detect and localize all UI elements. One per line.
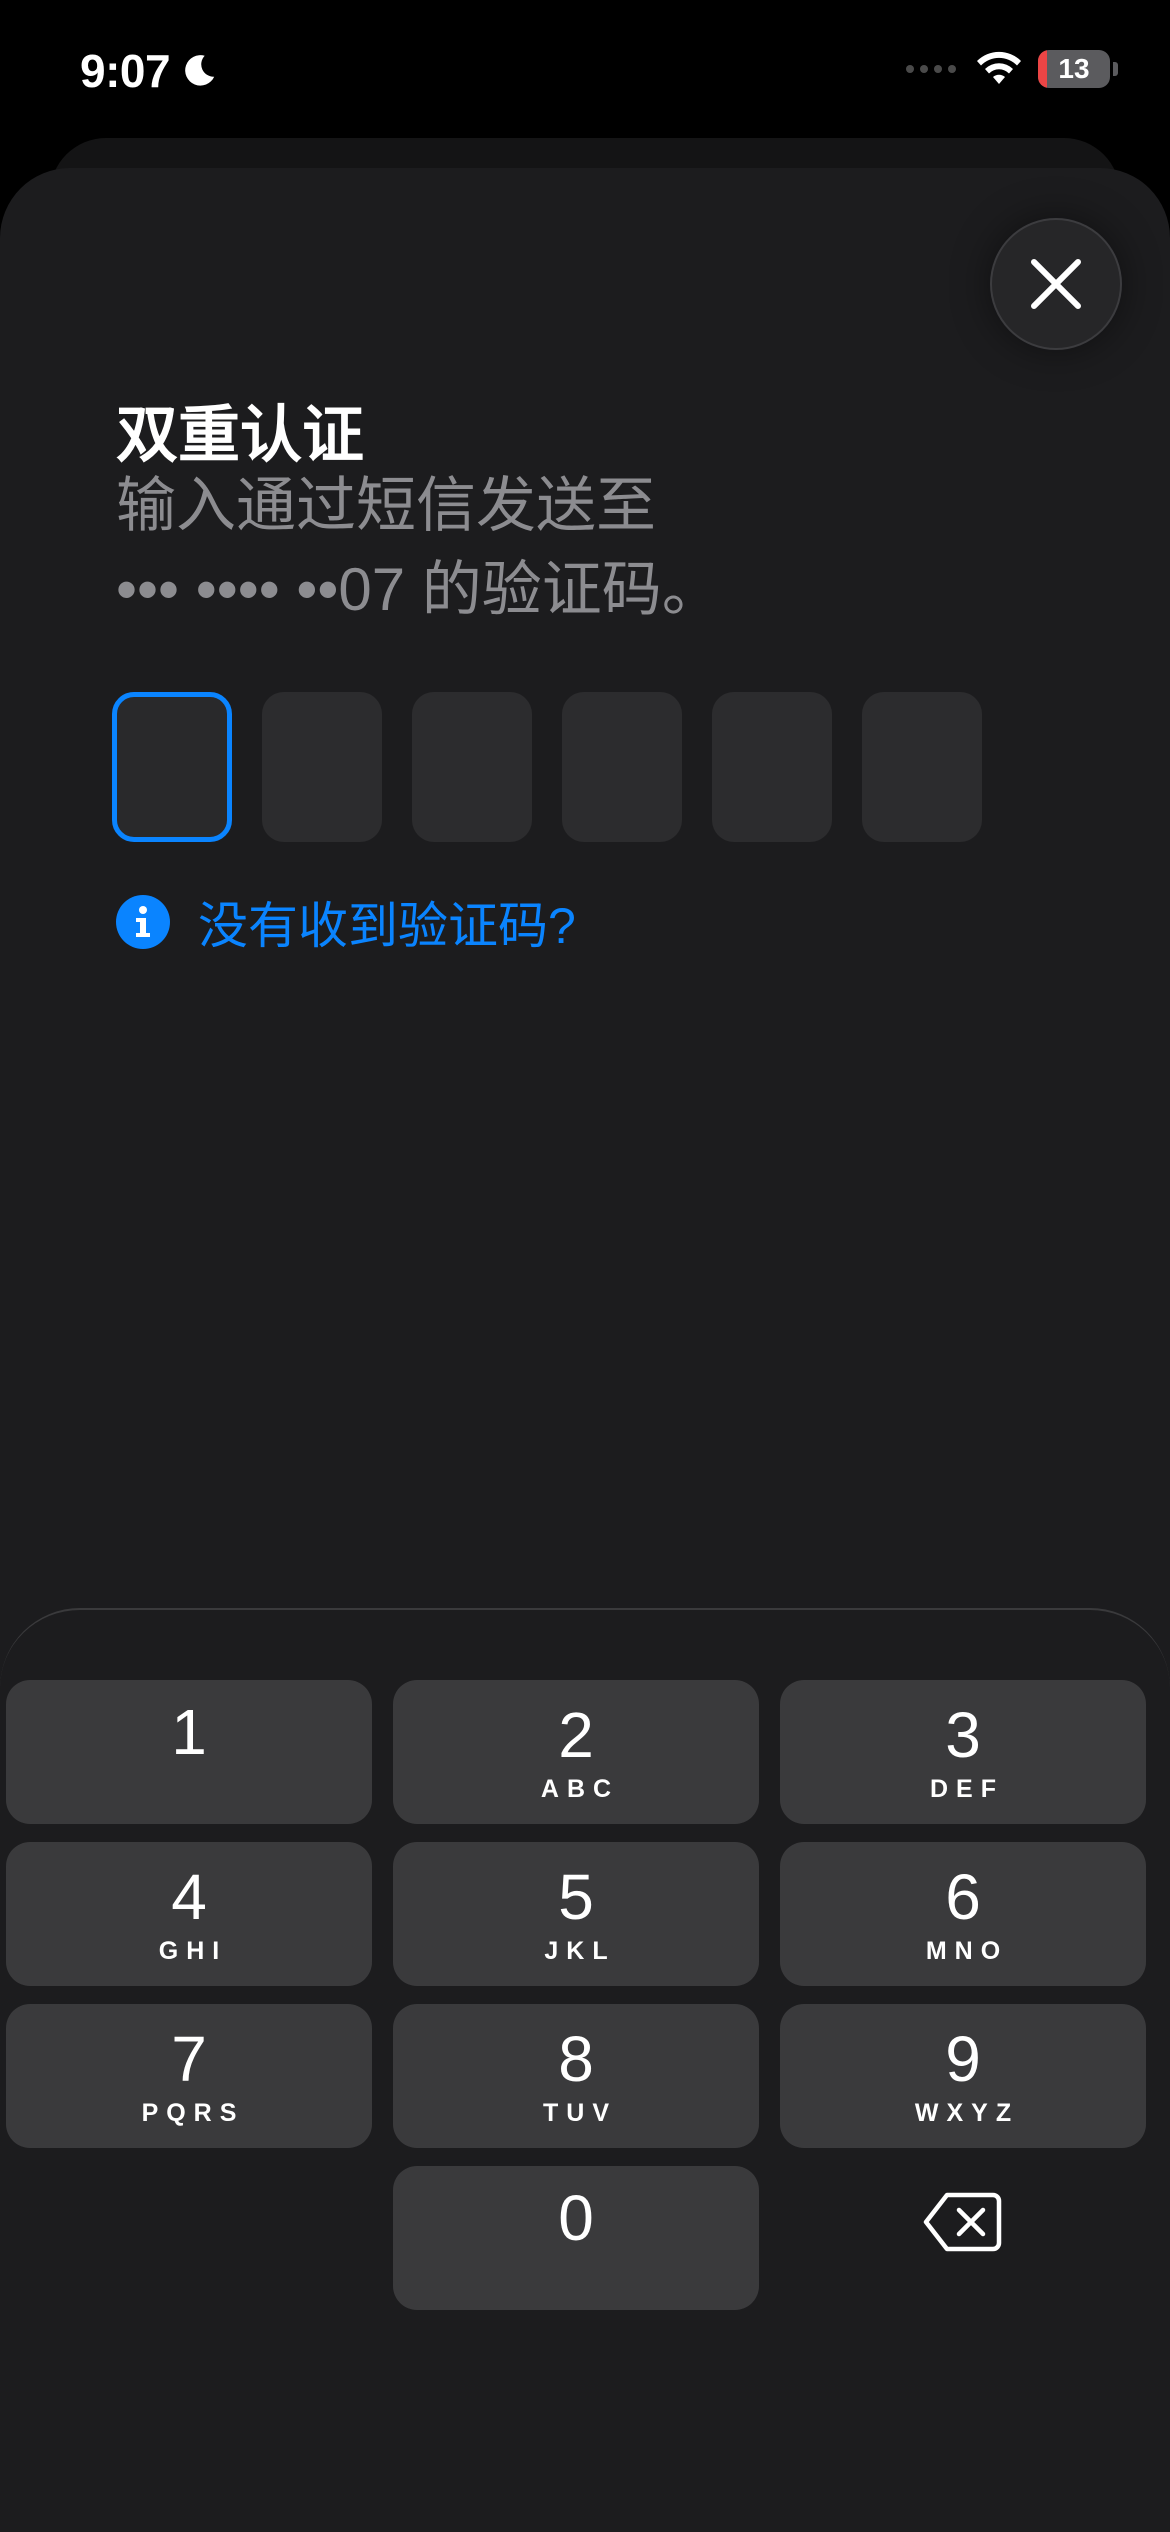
- key-letters: WXYZ: [914, 2098, 1020, 2127]
- subtitle-line-2: ••• •••• ••07 的验证码。: [116, 556, 722, 623]
- key-8[interactable]: 8 TUV: [393, 2004, 759, 2148]
- numeric-keypad: 1 2 ABC 3 DEF 4 GHI 5 JKL 6 MNO 7 PQRS 8…: [0, 1608, 1170, 2532]
- close-button[interactable]: [990, 218, 1122, 350]
- key-digit: 3: [945, 1698, 981, 1771]
- code-digit-box[interactable]: [112, 692, 232, 842]
- moon-icon: [185, 55, 215, 86]
- key-letters: MNO: [925, 1936, 1009, 1965]
- time-label: 9:07: [80, 45, 171, 97]
- key-letters: PQRS: [141, 2098, 245, 2127]
- key-9[interactable]: 9 WXYZ: [780, 2004, 1146, 2148]
- key-letters: TUV: [543, 2098, 617, 2127]
- code-digit-box[interactable]: [862, 692, 982, 842]
- key-3[interactable]: 3 DEF: [780, 1680, 1146, 1824]
- wifi-icon: [977, 51, 1021, 84]
- key-letters: ABC: [540, 1774, 620, 1803]
- cellular-signal-icon: [906, 65, 956, 73]
- key-digit: 4: [171, 1860, 207, 1933]
- key-1[interactable]: 1: [6, 1680, 372, 1824]
- key-4[interactable]: 4 GHI: [6, 1842, 372, 1986]
- close-icon: [1031, 259, 1081, 309]
- key-0[interactable]: 0: [393, 2166, 759, 2310]
- key-letters: DEF: [930, 1774, 1004, 1803]
- key-letters: JKL: [544, 1936, 616, 1965]
- code-digit-box[interactable]: [712, 692, 832, 842]
- status-bar: 9:07 13: [0, 0, 1170, 150]
- info-icon: [116, 895, 170, 949]
- battery-icon: 13: [1038, 50, 1110, 88]
- key-5[interactable]: 5 JKL: [393, 1842, 759, 1986]
- code-digit-box[interactable]: [262, 692, 382, 842]
- backspace-icon: [923, 2192, 1002, 2252]
- battery-fill: [1038, 50, 1048, 88]
- key-7[interactable]: 7 PQRS: [6, 2004, 372, 2148]
- code-digit-box[interactable]: [412, 692, 532, 842]
- key-letters: GHI: [158, 1936, 228, 1965]
- key-digit: 7: [171, 2022, 207, 2095]
- key-digit: 6: [945, 1860, 981, 1933]
- battery-level: 13: [1058, 53, 1090, 84]
- status-icons: 13: [906, 50, 1118, 88]
- key-2[interactable]: 2 ABC: [393, 1680, 759, 1824]
- verification-code-input[interactable]: [112, 692, 982, 842]
- status-time: 9:07: [80, 44, 218, 98]
- page-subtitle: 输入通过短信发送至 ••• •••• ••07 的验证码。: [116, 464, 876, 632]
- code-digit-box[interactable]: [562, 692, 682, 842]
- page-title: 双重认证: [116, 401, 365, 470]
- no-code-label: 没有收到验证码?: [198, 898, 576, 954]
- key-digit: 8: [558, 2022, 594, 2095]
- no-code-link[interactable]: 没有收到验证码?: [116, 886, 576, 958]
- delete-key[interactable]: [780, 2150, 1146, 2294]
- key-digit: 1: [171, 1696, 207, 1768]
- subtitle-line-1: 输入通过短信发送至: [116, 472, 656, 539]
- key-digit: 9: [945, 2022, 981, 2095]
- battery-cap: [1113, 62, 1118, 76]
- key-digit: 5: [558, 1860, 594, 1933]
- key-6[interactable]: 6 MNO: [780, 1842, 1146, 1986]
- screen: 9:07 13 双重认证 输入通过短信发送至 ••• •••• ••07 的验证…: [0, 0, 1170, 2532]
- key-digit: 2: [558, 1698, 594, 1771]
- key-digit: 0: [558, 2182, 594, 2254]
